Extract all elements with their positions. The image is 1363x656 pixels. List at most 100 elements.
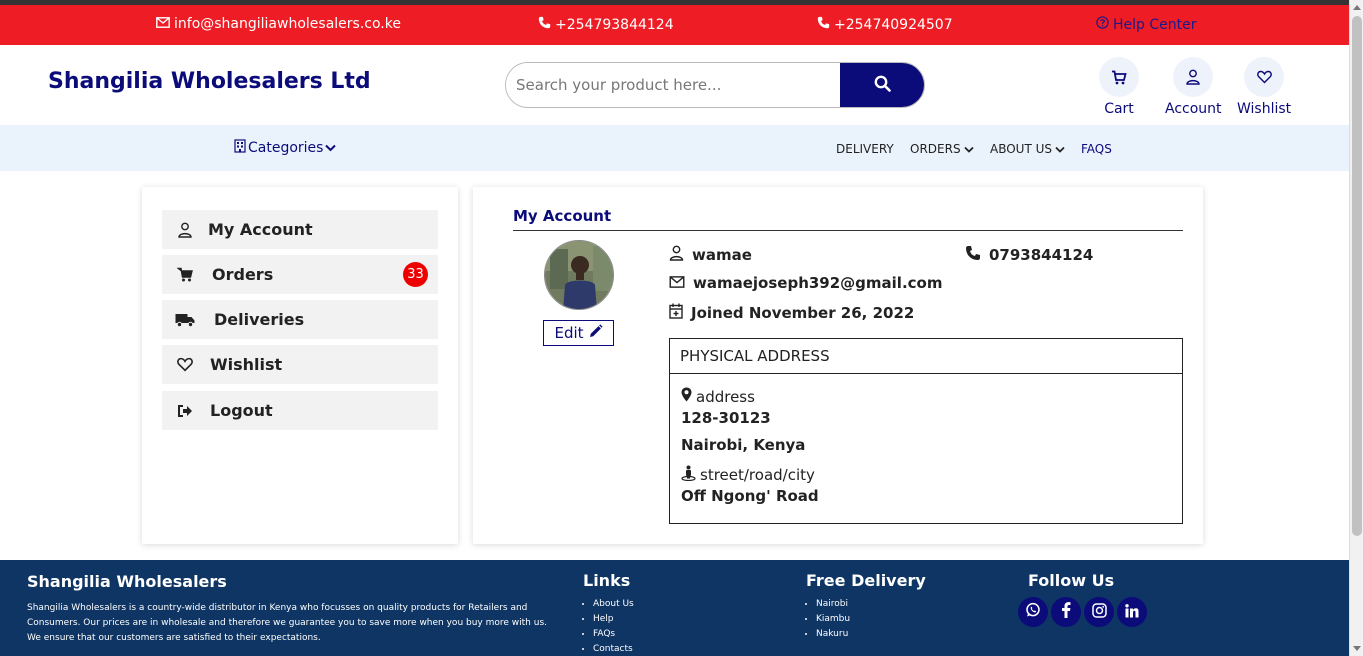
- address-line-1: 128-30123: [681, 409, 771, 427]
- footer-link-help[interactable]: Help: [593, 612, 634, 627]
- scroll-down-arrow-icon[interactable]: [1353, 646, 1361, 651]
- pencil-icon: [588, 323, 603, 343]
- address-box-title: PHYSICAL ADDRESS: [670, 339, 1182, 374]
- sidebar-item-label: Deliveries: [214, 310, 305, 329]
- account-label: Account: [1165, 101, 1222, 117]
- footer-delivery-list: Nairobi Kiambu Nakuru: [806, 597, 850, 642]
- sidebar-item-label: Logout: [210, 401, 273, 420]
- footer-links-title: Links: [583, 571, 631, 590]
- phone-icon: [538, 16, 551, 33]
- user-icon: [669, 245, 684, 265]
- facebook-button[interactable]: [1051, 597, 1081, 627]
- address-label: address: [696, 387, 755, 406]
- phone-row: 0793844124: [965, 245, 1093, 265]
- nav-faqs[interactable]: FAQS: [1081, 142, 1112, 156]
- search-input[interactable]: [506, 63, 840, 107]
- envelope-icon: [669, 274, 685, 292]
- title-divider: [513, 230, 1183, 231]
- sidebar-item-wishlist[interactable]: Wishlist: [162, 345, 438, 384]
- cart-icon: [1099, 57, 1139, 97]
- username-row: wamae: [669, 245, 752, 265]
- contact-email-text: info@shangiliawholesalers.co.ke: [174, 16, 401, 32]
- nav-about-label: ABOUT US: [990, 142, 1053, 156]
- footer-delivery-title: Free Delivery: [806, 571, 926, 590]
- account-button[interactable]: Account: [1165, 57, 1222, 117]
- username-value: wamae: [692, 246, 752, 264]
- categories-dropdown[interactable]: Categories: [234, 139, 337, 157]
- avatar: [544, 240, 614, 310]
- sidebar-item-deliveries[interactable]: Deliveries: [162, 300, 438, 339]
- brand-logo-text[interactable]: Shangilia Wholesalers Ltd: [48, 69, 371, 94]
- question-circle-icon: [1096, 16, 1109, 33]
- wishlist-label: Wishlist: [1237, 101, 1292, 117]
- footer-link-about[interactable]: About Us: [593, 597, 634, 612]
- street-value: Off Ngong' Road: [681, 487, 819, 505]
- nav-orders-label: ORDERS: [910, 142, 961, 156]
- site-header: Shangilia Wholesalers Ltd Cart Account W…: [0, 45, 1349, 125]
- street-view-icon: [681, 465, 696, 485]
- sidebar-item-label: My Account: [208, 220, 313, 239]
- delivery-area-item: Nairobi: [816, 597, 850, 612]
- street-label: street/road/city: [700, 466, 815, 484]
- phone-icon: [965, 245, 981, 265]
- page-title: My Account: [513, 207, 612, 225]
- cart-icon: [172, 267, 198, 282]
- footer-links-list: About Us Help FAQs Contacts: [583, 597, 634, 656]
- nav-delivery[interactable]: DELIVERY: [836, 142, 894, 156]
- wishlist-button[interactable]: Wishlist: [1237, 57, 1291, 117]
- joined-row: Joined November 26, 2022: [669, 303, 914, 323]
- sidebar-item-logout[interactable]: Logout: [162, 391, 438, 430]
- joined-value: Joined November 26, 2022: [691, 304, 915, 322]
- edit-label: Edit: [554, 324, 584, 342]
- truck-icon: [172, 313, 198, 327]
- whatsapp-button[interactable]: [1018, 597, 1048, 627]
- sidebar-item-orders[interactable]: Orders 33: [162, 255, 438, 294]
- nav-orders-dropdown[interactable]: ORDERS: [910, 142, 974, 156]
- delivery-area-item: Kiambu: [816, 612, 850, 627]
- chevron-down-icon: [1055, 142, 1065, 156]
- sidebar-item-my-account[interactable]: My Account: [162, 210, 438, 249]
- physical-address-box: PHYSICAL ADDRESS address 128-30123 Nairo…: [669, 338, 1183, 524]
- delivery-area-item: Nakuru: [816, 627, 850, 642]
- phone-value: 0793844124: [989, 246, 1094, 264]
- cart-label: Cart: [1104, 101, 1134, 117]
- map-marker-icon: [681, 387, 692, 406]
- street-label-row: street/road/city: [681, 465, 815, 485]
- instagram-button[interactable]: [1084, 597, 1114, 627]
- search-icon: [874, 75, 891, 96]
- logout-icon: [172, 404, 198, 418]
- main-nav-bar: Categories DELIVERY ORDERS ABOUT US FAQS: [0, 125, 1349, 171]
- nav-about-dropdown[interactable]: ABOUT US: [990, 142, 1065, 156]
- edit-profile-button[interactable]: Edit: [543, 320, 614, 346]
- scrollbar-thumb[interactable]: [1352, 16, 1362, 536]
- footer-link-contacts[interactable]: Contacts: [593, 642, 634, 656]
- categories-label: Categories: [248, 140, 324, 156]
- sidebar-item-label: Orders: [212, 265, 274, 284]
- contact-phone-1-text: +254793844124: [555, 16, 674, 33]
- contact-phone-1-link[interactable]: +254793844124: [538, 16, 674, 33]
- heart-icon: [1244, 57, 1285, 97]
- top-contact-bar: info@shangiliawholesalers.co.ke +2547938…: [0, 5, 1349, 45]
- user-icon: [172, 222, 198, 238]
- footer-description: Shangilia Wholesalers is a country-wide …: [27, 603, 547, 643]
- footer-link-faqs[interactable]: FAQs: [593, 627, 634, 642]
- building-icon: [234, 139, 246, 157]
- contact-phone-2-text: +254740924507: [834, 16, 953, 33]
- search-bar: [505, 62, 925, 108]
- cart-button[interactable]: Cart: [1099, 57, 1139, 117]
- whatsapp-icon: [1025, 602, 1041, 622]
- orders-count-badge: 33: [403, 262, 428, 287]
- contact-email-link[interactable]: info@shangiliawholesalers.co.ke: [156, 16, 401, 32]
- account-sidebar: My Account Orders 33 Deliveries Wishlist…: [142, 187, 458, 544]
- page-scrollbar[interactable]: [1349, 0, 1363, 656]
- linkedin-button[interactable]: [1117, 597, 1147, 627]
- search-button[interactable]: [840, 63, 924, 107]
- phone-icon: [817, 16, 830, 33]
- scroll-up-arrow-icon[interactable]: [1353, 5, 1361, 10]
- address-line-2: Nairobi, Kenya: [681, 436, 806, 454]
- address-label-row: address: [681, 387, 755, 406]
- footer-brand-title: Shangilia Wholesalers: [27, 572, 227, 591]
- contact-phone-2-link[interactable]: +254740924507: [817, 16, 953, 33]
- help-center-link[interactable]: Help Center: [1096, 16, 1197, 33]
- account-details-card: My Account Edit wamae 0793844124 wamaejo…: [473, 187, 1203, 544]
